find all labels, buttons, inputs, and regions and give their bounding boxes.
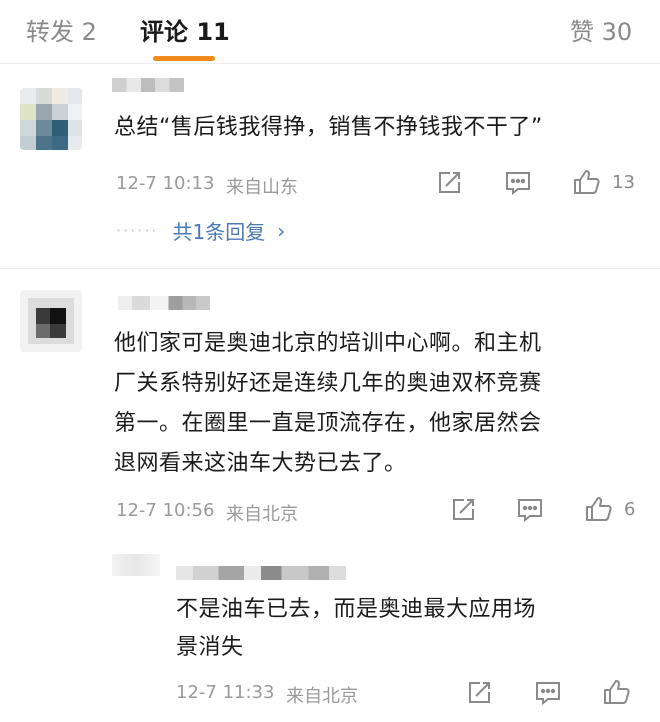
active-tab-indicator [153, 56, 215, 61]
reply-text-line: 景消失 [176, 635, 244, 660]
share-icon [466, 680, 492, 706]
reply-button[interactable] [516, 497, 544, 523]
like-button[interactable]: 6 [584, 495, 635, 523]
reply-button[interactable] [534, 680, 562, 706]
share-icon [450, 497, 476, 523]
username-redacted[interactable] [112, 78, 184, 92]
tab-reposts[interactable]: 转发 2 [26, 12, 97, 47]
reply-time: 12-7 11:33 [176, 682, 275, 703]
comment-location: 来自山东 [226, 177, 298, 198]
tab-likes[interactable]: 赞 30 [570, 12, 632, 47]
username-redacted[interactable] [176, 566, 346, 580]
reply-location: 来自北京 [286, 686, 358, 707]
avatar[interactable] [20, 290, 82, 352]
like-count: 13 [612, 171, 635, 193]
comment-icon [516, 497, 544, 523]
thumbs-up-icon [602, 678, 632, 706]
comment-time: 12-7 10:13 [116, 173, 215, 194]
thumbs-up-icon [584, 495, 614, 523]
divider [0, 268, 660, 269]
dots-decoration: ······ [116, 221, 159, 240]
comment-location: 来自北京 [226, 504, 298, 525]
reply-button[interactable] [504, 170, 532, 196]
chevron-right-icon: › [277, 218, 286, 243]
avatar[interactable] [112, 554, 160, 576]
replies-count-label: 共1条回复 [172, 220, 266, 244]
share-button[interactable] [436, 170, 462, 196]
comment-text-line: 他们家可是奥迪北京的培训中心啊。和主机 [114, 331, 542, 356]
comment-text-line: 厂关系特别好还是连续几年的奥迪双杯竞赛 [114, 371, 542, 396]
thumbs-up-icon [572, 168, 602, 196]
comment-icon [504, 170, 532, 196]
like-button[interactable]: 13 [572, 168, 635, 196]
comment-time: 12-7 10:56 [116, 500, 215, 521]
avatar[interactable] [20, 88, 82, 150]
comment-text-line: 退网看来这油车大势已去了。 [114, 451, 407, 476]
share-icon [436, 170, 462, 196]
tab-comments[interactable]: 评论 11 [140, 12, 230, 47]
comment-text: 总结“售后钱我得挣，销售不挣钱我不干了” [114, 115, 543, 140]
like-button[interactable] [602, 678, 632, 706]
reply-text-line: 不是油车已去，而是奥迪最大应用场 [176, 597, 537, 622]
comment-text-line: 第一。在圈里一直是顶流存在，他家居然会 [114, 411, 542, 436]
comment-icon [534, 680, 562, 706]
share-button[interactable] [450, 497, 476, 523]
share-button[interactable] [466, 680, 492, 706]
view-replies-link[interactable]: ······ 共1条回复 › [116, 216, 285, 245]
username-redacted[interactable] [118, 296, 210, 310]
tab-bar: 转发 2 评论 11 赞 30 [0, 0, 660, 64]
like-count: 6 [624, 498, 636, 520]
